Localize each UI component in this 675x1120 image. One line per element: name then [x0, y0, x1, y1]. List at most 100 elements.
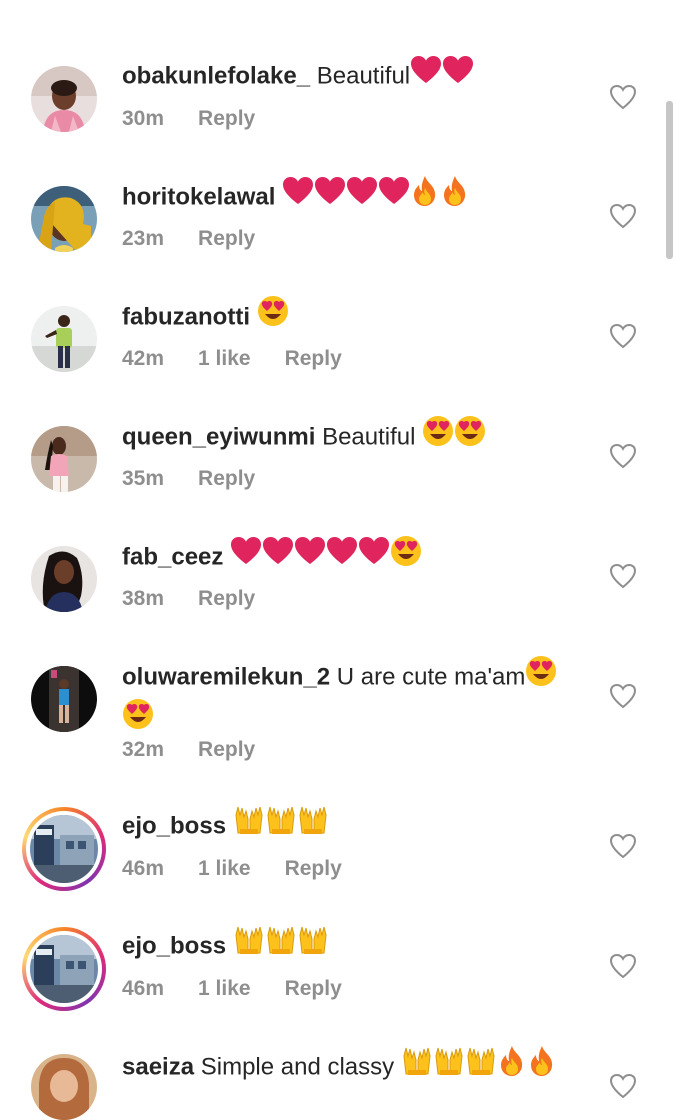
avatar-story-ring[interactable] — [22, 807, 106, 891]
heart-eyes-emoji-icon — [422, 415, 454, 456]
raised-hands-emoji-icon — [297, 805, 329, 844]
heart-emoji-icon — [442, 55, 474, 94]
heart-eyes-emoji-icon — [390, 535, 422, 576]
reply-button[interactable]: Reply — [285, 977, 342, 1000]
comment-text: ejo_boss — [122, 806, 592, 844]
comment-meta: 38m Reply — [122, 586, 289, 612]
comment-body: Simple and classy — [200, 1053, 395, 1081]
heart-emoji-icon — [294, 536, 326, 575]
comment-time: 38m — [122, 587, 165, 610]
heart-outline-icon[interactable] — [609, 323, 637, 349]
heart-emoji-icon — [346, 176, 378, 215]
comment-username[interactable]: fab_ceez — [122, 543, 223, 570]
avatar-story-ring[interactable] — [22, 927, 106, 1011]
scrollbar[interactable] — [666, 101, 673, 259]
raised-hands-emoji-icon — [401, 1046, 433, 1085]
heart-outline-icon[interactable] — [609, 833, 637, 859]
heart-eyes-emoji-icon — [122, 698, 154, 739]
comment-username[interactable]: fabuzanotti — [122, 303, 250, 330]
reply-button[interactable]: Reply — [285, 857, 342, 880]
heart-eyes-emoji-icon — [257, 295, 289, 336]
heart-outline-icon[interactable] — [609, 1073, 637, 1099]
heart-emoji-icon — [358, 536, 390, 575]
heart-emoji-icon — [410, 55, 442, 94]
comment-time: 23m — [122, 227, 165, 250]
raised-hands-emoji-icon — [433, 1046, 465, 1085]
comment-username[interactable]: obakunlefolake_ — [122, 62, 310, 89]
avatar[interactable] — [31, 306, 97, 372]
fire-emoji-icon — [440, 175, 470, 216]
raised-hands-emoji-icon — [465, 1046, 497, 1085]
raised-hands-emoji-icon — [233, 925, 265, 964]
reply-button[interactable]: Reply — [198, 467, 255, 490]
reply-button[interactable]: Reply — [198, 738, 255, 761]
reply-button[interactable]: Reply — [198, 227, 255, 250]
heart-outline-icon[interactable] — [609, 84, 637, 110]
avatar — [30, 935, 98, 1003]
comment-text: fab_ceez — [122, 536, 592, 576]
heart-outline-icon[interactable] — [609, 683, 637, 709]
comment-username[interactable]: ejo_boss — [122, 812, 226, 839]
comment-text: fabuzanotti — [122, 296, 592, 336]
comment-text: queen_eyiwunmi Beautiful — [122, 416, 592, 456]
comment-time: 42m — [122, 347, 165, 370]
comment-list: obakunlefolake_ Beautiful 30m Reply horit… — [0, 0, 675, 1120]
comment-username[interactable]: horitokelawal — [122, 183, 275, 210]
fire-emoji-icon — [410, 175, 440, 216]
heart-eyes-emoji-icon — [525, 655, 557, 696]
comment-text: oluwaremilekun_2 U are cute ma'am — [122, 656, 592, 739]
comment-meta: 32m Reply — [122, 737, 289, 763]
heart-emoji-icon — [378, 176, 410, 215]
avatar[interactable] — [31, 666, 97, 732]
comment-username[interactable]: ejo_boss — [122, 932, 226, 959]
reply-button[interactable]: Reply — [285, 347, 342, 370]
comment-meta: 30m Reply — [122, 106, 289, 132]
like-count[interactable]: 1 like — [198, 977, 251, 1000]
avatar[interactable] — [31, 426, 97, 492]
comment-meta: 42m 1 like Reply — [122, 346, 376, 372]
avatar[interactable] — [31, 546, 97, 612]
comment-text: horitokelawal — [122, 176, 592, 216]
fire-emoji-icon — [527, 1045, 557, 1086]
like-count[interactable]: 1 like — [198, 347, 251, 370]
heart-outline-icon[interactable] — [609, 443, 637, 469]
comment-meta: 23m Reply — [122, 226, 289, 252]
comment-text: obakunlefolake_ Beautiful — [122, 56, 592, 94]
avatar[interactable] — [31, 1054, 97, 1120]
heart-emoji-icon — [326, 536, 358, 575]
comment-username[interactable]: saeiza — [122, 1053, 194, 1080]
comment-body: Beautiful — [322, 423, 416, 451]
avatar[interactable] — [31, 66, 97, 132]
comment-time: 46m — [122, 857, 165, 880]
fire-emoji-icon — [497, 1045, 527, 1086]
heart-outline-icon[interactable] — [609, 953, 637, 979]
comment-body: U are cute ma'am — [336, 663, 526, 691]
comment-meta: 35m Reply — [122, 466, 289, 492]
heart-emoji-icon — [262, 536, 294, 575]
heart-emoji-icon — [230, 536, 262, 575]
comment-username[interactable]: queen_eyiwunmi — [122, 423, 315, 450]
heart-emoji-icon — [314, 176, 346, 215]
heart-outline-icon[interactable] — [609, 203, 637, 229]
raised-hands-emoji-icon — [233, 805, 265, 844]
comment-time: 32m — [122, 738, 165, 761]
avatar — [30, 815, 98, 883]
heart-outline-icon[interactable] — [609, 563, 637, 589]
comment-time: 30m — [122, 107, 165, 130]
comment-time: 46m — [122, 977, 165, 1000]
reply-button[interactable]: Reply — [198, 587, 255, 610]
like-count[interactable]: 1 like — [198, 857, 251, 880]
comment-text: ejo_boss — [122, 926, 592, 964]
reply-button[interactable]: Reply — [198, 107, 255, 130]
comment-text: saeiza Simple and classy — [122, 1046, 592, 1086]
raised-hands-emoji-icon — [297, 925, 329, 964]
heart-eyes-emoji-icon — [454, 415, 486, 456]
heart-emoji-icon — [282, 176, 314, 215]
comment-meta: 46m 1 like Reply — [122, 856, 376, 882]
comment-username[interactable]: oluwaremilekun_2 — [122, 663, 330, 690]
comment-body: Beautiful — [316, 62, 411, 90]
comment-time: 35m — [122, 467, 165, 490]
raised-hands-emoji-icon — [265, 925, 297, 964]
avatar[interactable] — [31, 186, 97, 252]
raised-hands-emoji-icon — [265, 805, 297, 844]
